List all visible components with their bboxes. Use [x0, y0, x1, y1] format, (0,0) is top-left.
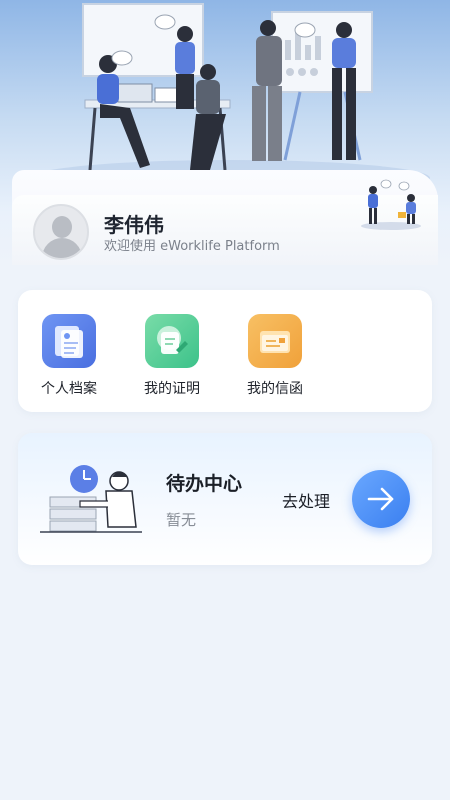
personal-file-icon — [42, 314, 96, 368]
letter-icon — [248, 314, 302, 368]
arrow-right-icon — [367, 487, 394, 511]
team-mini-illustration — [361, 179, 421, 230]
todo-status: 暂无 — [166, 511, 197, 529]
todo-center-card[interactable]: 待办中心 暂无 去处理 — [18, 433, 432, 565]
go-arrow-button[interactable] — [352, 470, 410, 528]
quick-link-label: 个人档案 — [41, 381, 97, 397]
quick-link-certificate[interactable]: 我的证明 — [127, 314, 217, 398]
quick-link-letter[interactable]: 我的信函 — [230, 314, 320, 398]
avatar-body-shape — [42, 238, 82, 258]
welcome-text: 欢迎使用 eWorklife Platform — [104, 239, 280, 254]
todo-action-link[interactable]: 去处理 — [282, 488, 330, 512]
quick-link-personal-file[interactable]: 个人档案 — [24, 314, 114, 398]
todo-title: 待办中心 — [166, 473, 243, 495]
quick-link-label: 我的证明 — [144, 381, 200, 397]
certificate-icon — [145, 314, 199, 368]
avatar-head-shape — [52, 216, 72, 238]
avatar[interactable] — [33, 204, 89, 260]
todo-illustration — [40, 465, 142, 533]
quick-links-card: 个人档案 我的证明 我的信函 — [18, 290, 432, 412]
user-name: 李伟伟 — [104, 213, 164, 237]
quick-link-label: 我的信函 — [247, 381, 303, 397]
